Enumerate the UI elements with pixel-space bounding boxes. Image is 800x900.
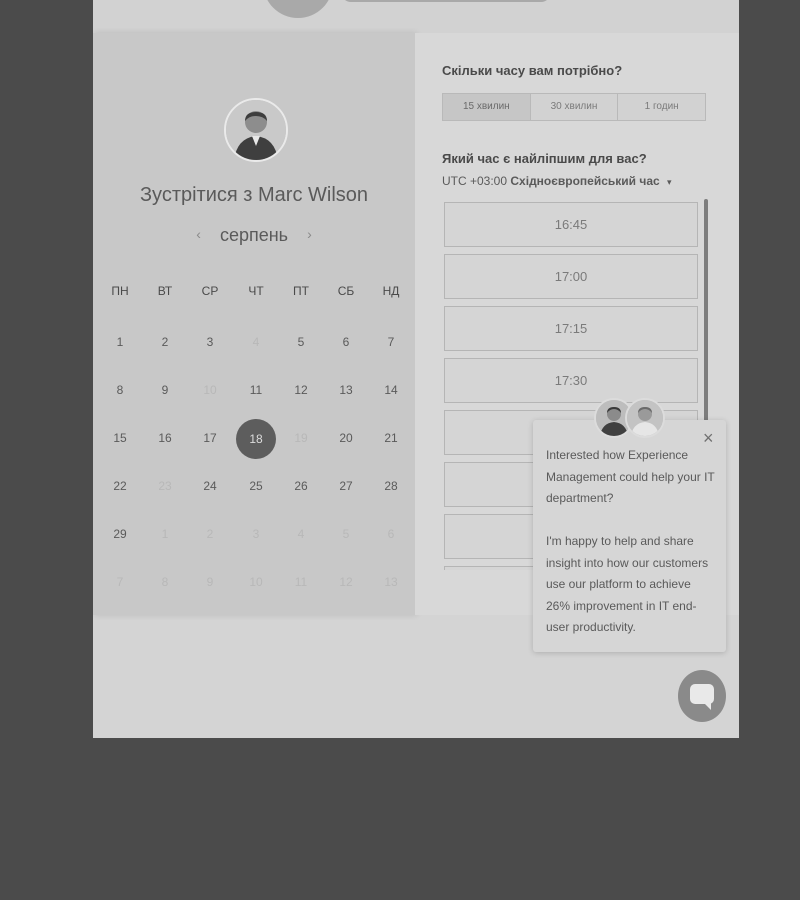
chat-launcher-button[interactable] <box>678 670 726 722</box>
calendar-day: 11 <box>294 575 308 589</box>
time-question: Який час є найліпшим для вас? <box>442 151 647 166</box>
chat-message-line: I'm happy to help and share insight into… <box>546 534 709 634</box>
time-slot-scrollbar[interactable] <box>704 199 708 429</box>
timezone-selector[interactable]: UTC +03:00 Східноєвропейський час ▾ <box>442 174 672 188</box>
chat-message: Interested how Experience Management cou… <box>546 445 718 639</box>
calendar-day: 10 <box>249 575 263 589</box>
calendar-day[interactable]: 21 <box>369 431 413 445</box>
calendar-day: 9 <box>206 575 214 589</box>
weekday-label: ПН <box>111 284 129 298</box>
time-slot[interactable]: 17:30 <box>444 358 698 403</box>
duration-question: Скільки часу вам потрібно? <box>442 63 623 78</box>
calendar-week: 8 9 10 11 12 13 14 <box>93 374 415 404</box>
chevron-left-icon[interactable]: ‹ <box>196 226 201 242</box>
calendar-day[interactable]: 22 <box>98 479 142 493</box>
time-slot[interactable]: 17:15 <box>444 306 698 351</box>
calendar-day[interactable]: 6 <box>324 335 368 349</box>
chat-message-line: Interested how Experience Management cou… <box>546 448 715 505</box>
calendar-day[interactable]: 17 <box>188 431 232 445</box>
calendar-day[interactable]: 20 <box>324 431 368 445</box>
calendar-day[interactable]: 27 <box>324 479 368 493</box>
calendar-day[interactable]: 1 <box>98 335 142 349</box>
timezone-offset: UTC +03:00 <box>442 174 508 188</box>
calendar-day[interactable]: 16 <box>143 431 187 445</box>
calendar-day[interactable]: 13 <box>324 383 368 397</box>
agent-avatar <box>625 398 665 438</box>
calendar-day: 23 <box>158 479 172 493</box>
person-icon <box>226 100 286 160</box>
calendar-day[interactable]: 3 <box>188 335 232 349</box>
duration-option-30[interactable]: 30 хвилин <box>531 94 619 120</box>
duration-option-15[interactable]: 15 хвилин <box>443 94 531 120</box>
calendar-day: 13 <box>384 575 398 589</box>
month-navigator: ‹ серпень › <box>93 225 415 246</box>
calendar-day: 6 <box>387 527 395 541</box>
calendar-day[interactable]: 25 <box>234 479 278 493</box>
time-slot[interactable]: 16:45 <box>444 202 698 247</box>
chevron-right-icon[interactable]: › <box>307 226 312 242</box>
chevron-down-icon: ▾ <box>667 177 672 187</box>
calendar-day[interactable]: 29 <box>98 527 142 541</box>
logo-icon <box>263 0 333 18</box>
logo-wordmark <box>341 0 551 2</box>
host-avatar <box>224 98 288 162</box>
calendar-day[interactable]: 15 <box>98 431 142 445</box>
weekday-header: ПН ВТ СР ЧТ ПТ СБ НД <box>93 276 415 306</box>
calendar-day[interactable]: 7 <box>369 335 413 349</box>
person-icon <box>627 400 663 436</box>
calendar-day[interactable]: 11 <box>234 383 278 397</box>
chat-bubble-icon <box>690 684 714 710</box>
calendar-day[interactable]: 2 <box>143 335 187 349</box>
calendar-day[interactable]: 5 <box>279 335 323 349</box>
calendar-day: 19 <box>294 431 308 445</box>
calendar-day: 2 <box>206 527 214 541</box>
calendar-week: 1 2 3 4 5 6 7 <box>93 326 415 356</box>
calendar-day[interactable]: 28 <box>369 479 413 493</box>
calendar-day[interactable]: 8 <box>98 383 142 397</box>
calendar-day: 7 <box>116 575 124 589</box>
calendar-day[interactable]: 26 <box>279 479 323 493</box>
meeting-title: Зустрітися з Marc Wilson <box>139 184 369 206</box>
time-slot[interactable]: 17:00 <box>444 254 698 299</box>
calendar-day: 4 <box>297 527 305 541</box>
calendar-day[interactable]: 9 <box>143 383 187 397</box>
calendar-week: 29 1 2 3 4 5 6 <box>93 518 415 548</box>
calendar-week: 22 23 24 25 26 27 28 <box>93 470 415 500</box>
weekday-label: НД <box>382 284 400 298</box>
duration-selector: 15 хвилин 30 хвилин 1 годин <box>442 93 706 121</box>
calendar-day: 1 <box>161 527 169 541</box>
weekday-label: СР <box>201 284 219 298</box>
chat-popup: × Interested how Experience Management c… <box>533 420 726 652</box>
calendar-day[interactable]: 12 <box>279 383 323 397</box>
calendar-day: 3 <box>252 527 260 541</box>
calendar-day: 4 <box>252 335 260 349</box>
calendar-day: 10 <box>203 383 217 397</box>
calendar-day: 8 <box>161 575 169 589</box>
weekday-label: ЧТ <box>248 284 264 298</box>
weekday-label: ПТ <box>293 284 309 298</box>
duration-option-60[interactable]: 1 годин <box>618 94 705 120</box>
calendar-day[interactable]: 14 <box>369 383 413 397</box>
calendar-week: 15 16 17 18 19 20 21 <box>93 419 415 459</box>
calendar-day: 5 <box>342 527 350 541</box>
weekday-label: ВТ <box>157 284 173 298</box>
month-label: серпень <box>219 225 289 245</box>
calendar-day: 12 <box>339 575 353 589</box>
header-band <box>93 0 739 33</box>
timezone-name: Східноєвропейський час <box>510 174 660 188</box>
calendar-day[interactable]: 24 <box>188 479 232 493</box>
calendar-panel: Зустрітися з Marc Wilson ‹ серпень › ПН … <box>93 33 415 615</box>
weekday-label: СБ <box>337 284 355 298</box>
calendar-week: 7 8 9 10 11 12 13 <box>93 566 415 596</box>
calendar-day-selected[interactable]: 18 <box>236 419 276 459</box>
